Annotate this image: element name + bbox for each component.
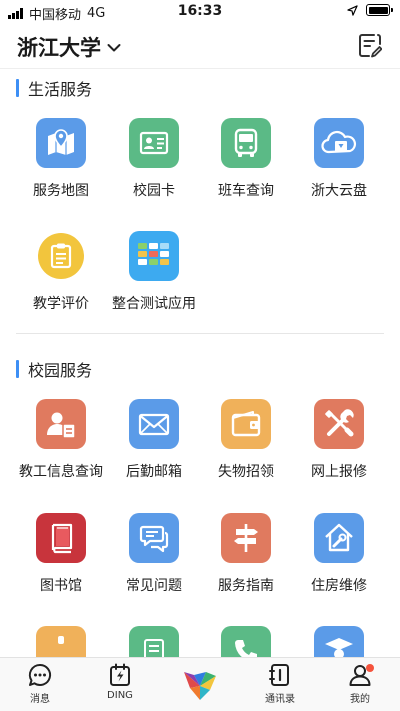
section-title: 校园服务 [28, 361, 93, 380]
app-label: 服务指南 [218, 578, 274, 594]
bus-icon [221, 118, 271, 168]
todo-list-icon [359, 34, 383, 58]
tab-label: 消息 [30, 694, 50, 705]
section-life-services: 生活服务 [16, 76, 92, 100]
chevron-down-icon [107, 44, 121, 52]
org-switcher[interactable]: 浙江大学 [17, 32, 121, 62]
section-divider [16, 333, 384, 334]
tab-contacts[interactable]: 通讯录 [250, 662, 310, 705]
status-bar: 中国移动 4G 16:33 [0, 0, 400, 24]
app-label: 网上报修 [311, 464, 367, 480]
app-label: 浙大云盘 [311, 183, 367, 199]
app-integration-test[interactable]: 整合测试应用 [104, 231, 204, 331]
app-shuttle-bus[interactable]: 班车查询 [196, 118, 296, 218]
clock: 16:33 [177, 3, 223, 19]
org-name: 浙江大学 [17, 36, 101, 60]
app-label: 教学评价 [33, 296, 89, 312]
tab-messages[interactable]: 消息 [10, 662, 70, 705]
ding-icon [110, 663, 130, 686]
location-arrow-icon [347, 4, 358, 16]
section-accent-bar [16, 360, 19, 378]
tab-workbench[interactable] [170, 666, 230, 704]
app-label: 常见问题 [126, 578, 182, 594]
app-label: 图书馆 [40, 578, 82, 594]
cloud-disk-icon [314, 118, 364, 168]
section-title: 生活服务 [28, 80, 93, 99]
wallet-icon [221, 399, 271, 449]
contacts-icon [269, 664, 289, 686]
test-app-icon [129, 231, 179, 281]
section-accent-bar [16, 79, 19, 97]
tab-label: 我的 [350, 694, 370, 705]
app-label: 校园卡 [133, 183, 175, 199]
workbench-logo [184, 672, 216, 700]
app-online-repair[interactable]: 网上报修 [289, 399, 389, 499]
faq-chat-icon [129, 513, 179, 563]
app-lost-found[interactable]: 失物招领 [196, 399, 296, 499]
app-label: 服务地图 [33, 183, 89, 199]
app-campus-card[interactable]: 校园卡 [104, 118, 204, 218]
app-label: 教工信息查询 [19, 464, 103, 480]
section-campus-services: 校园服务 [16, 357, 92, 381]
app-label: 后勤邮箱 [126, 464, 182, 480]
tab-label: DING [107, 690, 133, 701]
mail-icon [129, 399, 179, 449]
app-label: 整合测试应用 [112, 296, 196, 312]
battery-icon [366, 4, 393, 16]
repair-tools-icon [314, 399, 364, 449]
app-cloud-disk[interactable]: 浙大云盘 [289, 118, 389, 218]
app-service-map[interactable]: 服务地图 [11, 118, 111, 218]
app-housing-repair[interactable]: 住房维修 [289, 513, 389, 613]
app-label: 住房维修 [311, 578, 367, 594]
tab-ding[interactable]: DING [90, 662, 150, 701]
app-logistics-mail[interactable]: 后勤邮箱 [104, 399, 204, 499]
todo-button[interactable] [358, 32, 383, 62]
app-staff-info[interactable]: 教工信息查询 [11, 399, 111, 499]
app-service-guide[interactable]: 服务指南 [196, 513, 296, 613]
evaluation-icon [38, 233, 84, 279]
notification-dot [366, 664, 374, 672]
app-label: 班车查询 [218, 183, 274, 199]
message-icon [28, 663, 52, 686]
id-card-icon [129, 118, 179, 168]
app-teaching-evaluation[interactable]: 教学评价 [11, 231, 111, 331]
map-icon [36, 118, 86, 168]
app-library[interactable]: 图书馆 [11, 513, 111, 613]
staff-info-icon [36, 399, 86, 449]
header-divider [0, 68, 400, 69]
library-book-icon [36, 513, 86, 563]
house-repair-icon [314, 513, 364, 563]
app-label: 失物招领 [218, 464, 274, 480]
app-faq[interactable]: 常见问题 [104, 513, 204, 613]
tab-label: 通讯录 [265, 694, 295, 705]
signpost-icon [221, 513, 271, 563]
tab-bar: 消息 DING 通讯录 我的 [0, 657, 400, 711]
header: 浙江大学 [0, 26, 400, 68]
tab-profile[interactable]: 我的 [330, 662, 390, 705]
